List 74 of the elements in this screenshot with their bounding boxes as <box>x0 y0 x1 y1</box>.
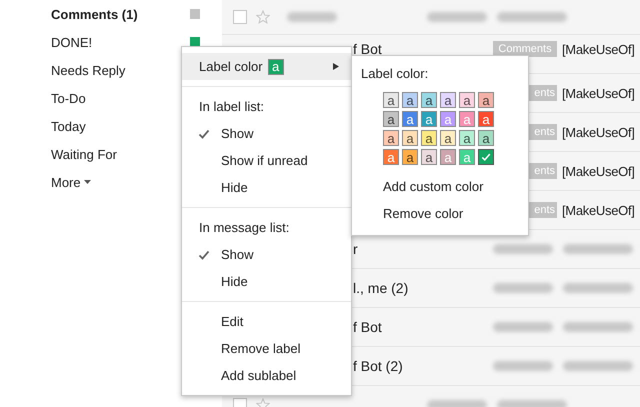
menu-item[interactable]: Show <box>182 120 351 147</box>
color-swatch[interactable]: a <box>459 130 475 146</box>
star-icon[interactable] <box>256 10 270 24</box>
color-swatch[interactable]: a <box>402 149 418 165</box>
menu-item[interactable]: Remove label <box>182 335 351 362</box>
color-swatch[interactable]: a <box>440 92 456 108</box>
color-swatch[interactable]: a <box>478 92 494 108</box>
blurred-text <box>563 283 633 293</box>
color-swatch[interactable]: a <box>402 111 418 127</box>
blurred-text <box>493 322 553 332</box>
blurred-text <box>497 12 567 22</box>
label-tag: ents <box>528 85 557 101</box>
blurred-text <box>563 322 633 332</box>
color-swatch[interactable]: a <box>402 130 418 146</box>
blurred-text <box>427 12 487 22</box>
menu-item[interactable]: Label color a <box>182 53 351 80</box>
label-tag: ents <box>528 163 557 179</box>
label-tag: ents <box>528 124 557 140</box>
blurred-text <box>563 361 633 371</box>
menu-item[interactable]: Hide <box>182 268 351 295</box>
blurred-text <box>493 244 553 254</box>
menu-item[interactable]: Hide <box>182 174 351 201</box>
blurred-text <box>497 400 567 407</box>
blurred-text <box>287 12 337 22</box>
blurred-text <box>493 283 553 293</box>
blurred-text <box>563 244 633 254</box>
menu-item[interactable]: Show if unread <box>182 147 351 174</box>
checkbox[interactable] <box>233 10 247 24</box>
label-tag: Comments <box>493 41 557 57</box>
section-header: In message list: <box>199 220 290 235</box>
label-link[interactable]: Waiting For <box>51 146 117 162</box>
color-swatch[interactable]: a <box>383 92 399 108</box>
menu-item[interactable]: Show <box>182 241 351 268</box>
more-link[interactable]: More <box>51 174 91 190</box>
sender-name: f Bot <box>353 41 382 57</box>
sender-name: l., me (2) <box>353 280 408 296</box>
section-header: In label list: <box>199 99 264 114</box>
label-color-swatch[interactable] <box>190 37 200 47</box>
color-swatch[interactable]: a <box>421 92 437 108</box>
color-swatch[interactable]: a <box>440 130 456 146</box>
color-swatch[interactable]: a <box>459 92 475 108</box>
caret-icon <box>84 180 91 184</box>
color-swatch[interactable]: a <box>421 149 437 165</box>
menu-title: Label color: <box>360 65 430 83</box>
label-color-swatch: a <box>268 58 284 74</box>
color-swatch[interactable]: a <box>478 111 494 127</box>
menu-item[interactable]: Add sublabel <box>182 362 351 389</box>
color-swatch[interactable]: a <box>402 92 418 108</box>
label-link[interactable]: Comments (1) <box>51 6 138 22</box>
sender-name: f Bot <box>353 319 382 335</box>
label-link[interactable]: Today <box>51 118 86 134</box>
blurred-text <box>427 400 487 407</box>
subject-text: [MakeUseOf] <box>562 124 636 140</box>
blurred-text <box>493 361 553 371</box>
label-link[interactable]: Needs Reply <box>51 62 126 78</box>
sender-name: f Bot (2) <box>353 358 403 374</box>
label-color-swatch[interactable] <box>190 9 200 19</box>
menu-item[interactable]: Edit <box>182 308 351 335</box>
menu-item[interactable]: Remove color <box>352 200 528 227</box>
submenu-arrow-icon <box>333 63 339 70</box>
color-swatch[interactable]: a <box>383 130 399 146</box>
subject-text: [MakeUseOf] <box>562 42 636 56</box>
color-swatch[interactable]: a <box>421 130 437 146</box>
label-link[interactable]: To-Do <box>51 90 86 106</box>
subject-text: [MakeUseOf] <box>562 164 636 178</box>
sender-name: r <box>353 241 358 257</box>
color-swatch[interactable]: a <box>478 130 494 146</box>
label-link[interactable]: DONE! <box>51 34 92 50</box>
label-tag: ents <box>528 202 557 218</box>
menu-item[interactable]: Add custom color <box>352 173 528 200</box>
subject-text: [MakeUseOf] <box>562 202 636 218</box>
subject-text: [MakeUseOf] <box>562 86 636 100</box>
color-swatch[interactable]: a <box>383 111 399 127</box>
color-swatch[interactable] <box>478 149 494 165</box>
